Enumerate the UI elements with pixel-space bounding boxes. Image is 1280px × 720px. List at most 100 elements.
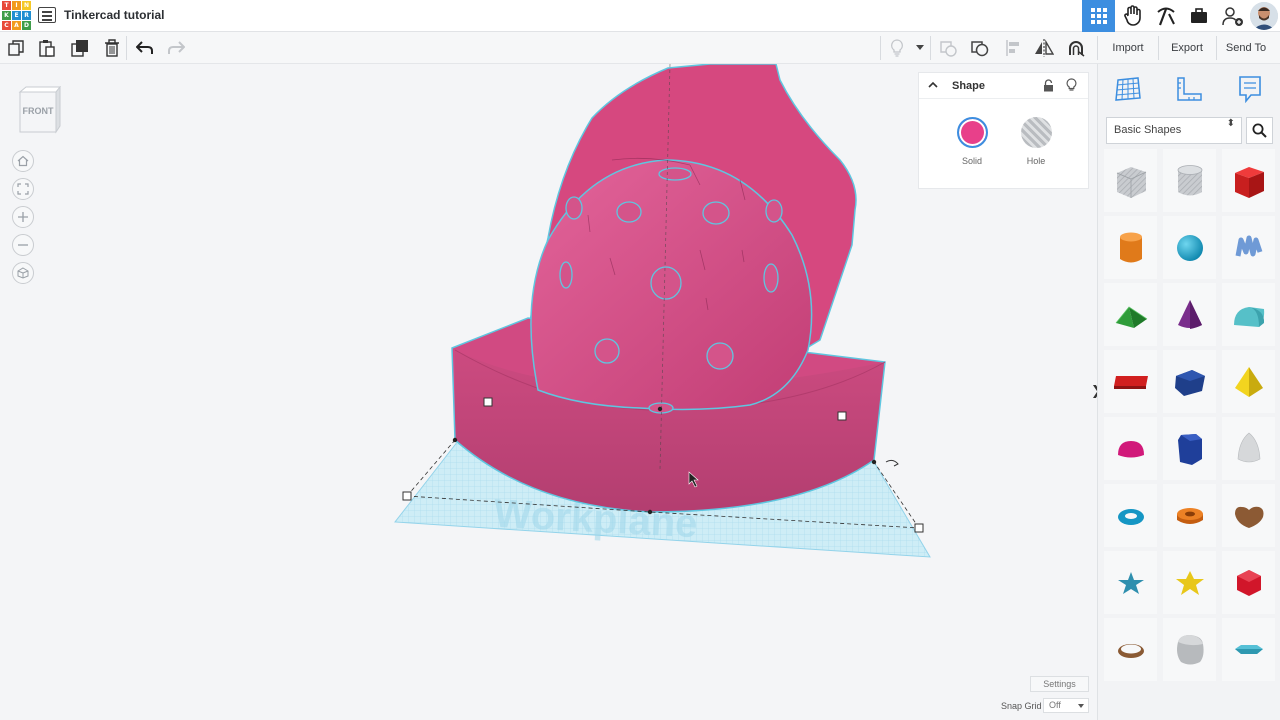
paste-button[interactable] [37, 38, 57, 58]
cruise-button[interactable] [1066, 38, 1086, 58]
shape-gem[interactable] [1222, 618, 1275, 681]
align-button[interactable] [1003, 38, 1023, 58]
shape-cylinder[interactable] [1104, 216, 1157, 279]
duplicate-button[interactable] [70, 38, 90, 58]
resize-handle[interactable] [914, 523, 924, 533]
chevron-up-icon[interactable] [928, 81, 938, 89]
light-bulb-icon[interactable] [1066, 78, 1077, 92]
hexagonal-prism-icon [1177, 433, 1202, 465]
logo-letter: D [22, 21, 31, 30]
snap-grid-label: Snap Grid [1001, 701, 1042, 711]
share-button[interactable] [1216, 0, 1249, 32]
show-all-dropdown[interactable] [912, 38, 928, 58]
shape-tube[interactable] [1163, 484, 1216, 547]
shape-half-sphere[interactable] [1104, 417, 1157, 480]
shape-scribble[interactable] [1222, 216, 1275, 279]
show-all-button[interactable] [887, 38, 907, 58]
zoom-out-icon [18, 244, 28, 246]
shape-box[interactable] [1222, 149, 1275, 212]
gem-icon [1234, 644, 1263, 654]
send-to-button[interactable]: Send To [1221, 32, 1271, 64]
shape-panel-header: Shape [919, 73, 1088, 99]
design-title[interactable]: Tinkercad tutorial [64, 8, 164, 22]
resize-handle[interactable] [483, 397, 493, 407]
shape-round-roof[interactable] [1222, 283, 1275, 346]
shape-cone[interactable] [1163, 283, 1216, 346]
shape-box-hole[interactable] [1104, 149, 1157, 212]
roof-icon [1115, 305, 1147, 328]
shape-library-value: Basic Shapes [1114, 124, 1182, 136]
avatar[interactable] [1250, 2, 1278, 30]
export-button[interactable]: Export [1163, 32, 1211, 64]
ungroup-button[interactable] [970, 38, 990, 58]
shape-library-select[interactable]: Basic Shapes ⬍ [1106, 117, 1242, 144]
logo-letter: K [2, 11, 11, 20]
toolbar-divider [930, 36, 931, 60]
search-shapes-button[interactable] [1246, 117, 1273, 144]
shape-polyhedron[interactable] [1222, 551, 1275, 614]
fit-view-button[interactable] [12, 178, 34, 200]
tinkercad-logo[interactable]: T I N K E R C A D [2, 1, 31, 30]
import-button[interactable]: Import [1104, 32, 1152, 64]
torus-icon [1117, 508, 1144, 525]
copy-button[interactable] [6, 38, 26, 58]
shape-torus[interactable] [1104, 484, 1157, 547]
ruler-tab[interactable] [1173, 74, 1205, 104]
cruise-icon [1069, 41, 1085, 57]
add-user-icon [1221, 7, 1243, 26]
zoom-out-button[interactable] [12, 234, 34, 256]
logo-letter: I [12, 1, 21, 10]
solid-color-swatch[interactable] [956, 117, 988, 148]
hole-label: Hole [1026, 156, 1046, 166]
heart-icon [1234, 506, 1263, 528]
shape-round-box[interactable] [1163, 618, 1216, 681]
projects-button[interactable] [1182, 0, 1215, 32]
cylinder-hole-icon [1177, 164, 1202, 195]
group-button[interactable] [938, 38, 958, 58]
resize-handle[interactable] [402, 491, 412, 501]
shape-cylinder-hole[interactable] [1163, 149, 1216, 212]
perspective-button[interactable] [12, 262, 34, 284]
design-list-icon[interactable] [38, 7, 56, 23]
mirror-button[interactable] [1034, 38, 1054, 58]
redo-button[interactable] [166, 38, 186, 58]
grid-view-button[interactable] [1082, 0, 1115, 32]
shape-pyramid[interactable] [1222, 350, 1275, 413]
solid-option[interactable]: Solid [952, 117, 992, 166]
home-view-button[interactable] [12, 150, 34, 172]
build-button[interactable] [1149, 0, 1182, 32]
zoom-in-button[interactable] [12, 206, 34, 228]
rotate-handle-icon[interactable] [885, 459, 899, 467]
shape-polygon[interactable] [1163, 350, 1216, 413]
hole-swatch[interactable] [1020, 117, 1052, 148]
lock-icon[interactable] [1043, 79, 1054, 92]
shape-ring[interactable] [1104, 618, 1157, 681]
3d-viewport[interactable]: Workplane FRONT Shape Solid Hole Setting… [0, 64, 1097, 720]
grid-view-icon [1090, 8, 1107, 24]
undo-button[interactable] [135, 38, 155, 58]
hole-option[interactable]: Hole [1016, 117, 1056, 166]
tube-icon [1176, 507, 1203, 524]
tinkercad-editor: T I N K E R C A D Tinkercad tutorial Imp… [0, 0, 1280, 720]
shape-heart[interactable] [1222, 484, 1275, 547]
shape-roof[interactable] [1104, 283, 1157, 346]
grid-tab-icon [1115, 77, 1141, 101]
view-cube[interactable]: FRONT [18, 85, 62, 134]
ring-icon [1117, 643, 1144, 658]
shape-paraboloid[interactable] [1222, 417, 1275, 480]
snap-grid-select[interactable]: Off [1043, 698, 1089, 713]
tinker-button[interactable] [1116, 0, 1149, 32]
paraboloid-icon [1237, 432, 1260, 462]
shape-star[interactable] [1104, 551, 1157, 614]
shape-star-gold[interactable] [1163, 551, 1216, 614]
settings-button[interactable]: Settings [1030, 676, 1089, 692]
notes-tab[interactable] [1234, 74, 1266, 104]
delete-button[interactable] [102, 38, 122, 58]
toolbar-divider [880, 36, 881, 60]
resize-handle[interactable] [837, 411, 847, 421]
workplane-tab[interactable] [1112, 74, 1144, 104]
shape-text[interactable] [1104, 350, 1157, 413]
shape-hexagonal-prism[interactable] [1163, 417, 1216, 480]
shape-sphere[interactable] [1163, 216, 1216, 279]
toolbar-divider [126, 36, 127, 60]
